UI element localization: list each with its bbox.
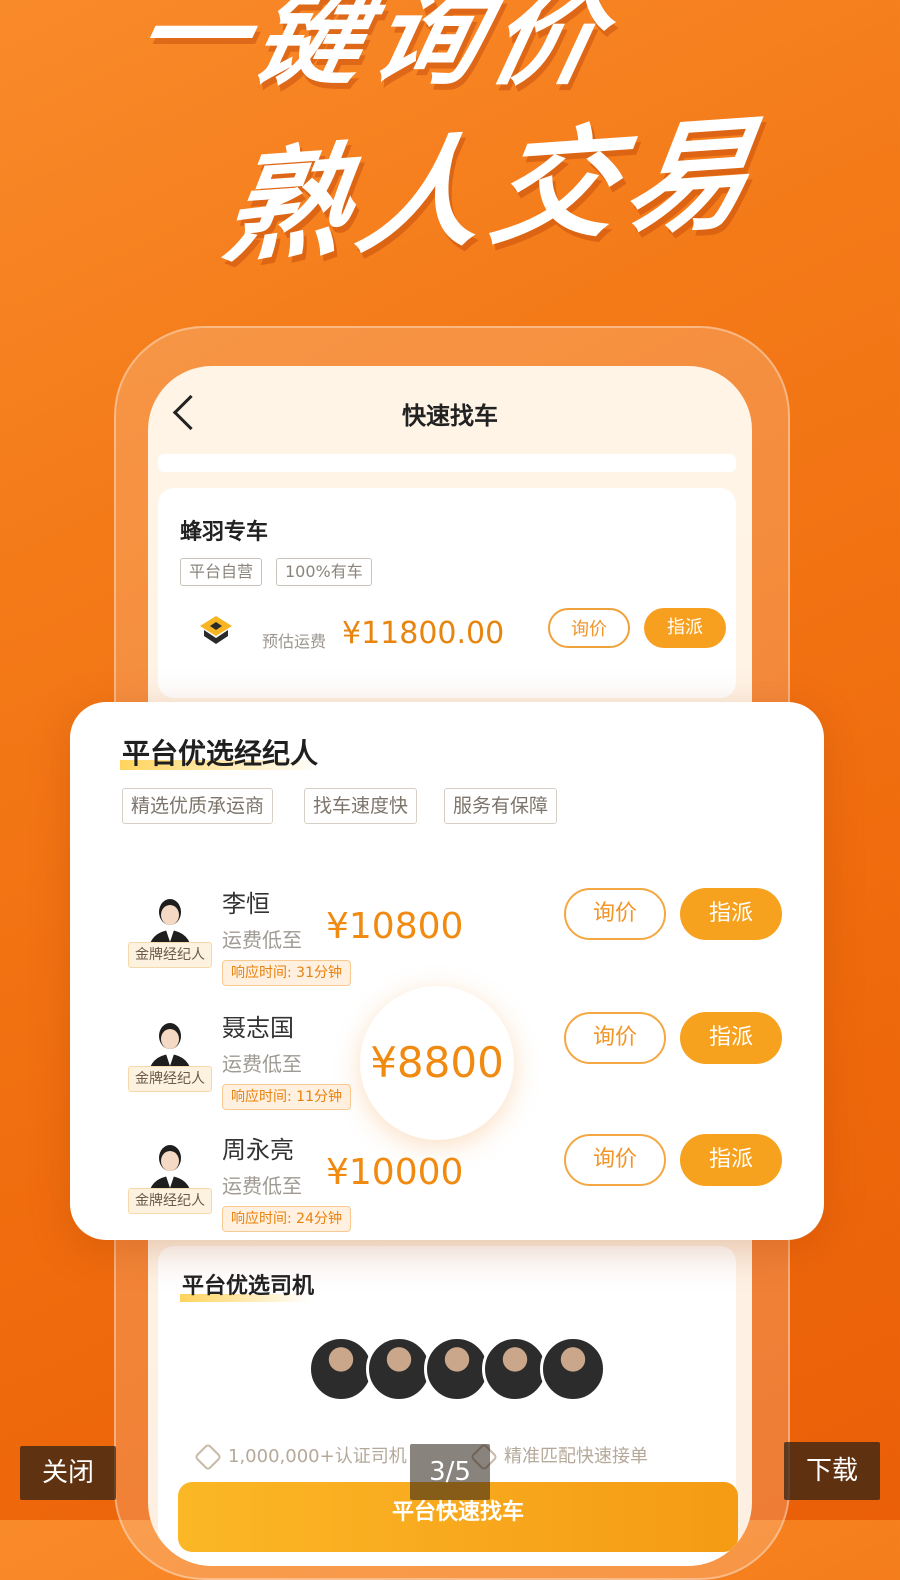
gold-agent-badge: 金牌经纪人 <box>128 942 212 968</box>
agent-tag-speed: 找车速度快 <box>304 788 418 824</box>
ask-price-button[interactable]: 询价 <box>564 1134 666 1186</box>
response-time-badge: 响应时间: 11分钟 <box>222 1084 351 1110</box>
express-assign-button[interactable]: 指派 <box>644 608 726 648</box>
stat-drivers: 1,000,000+认证司机 <box>193 1442 407 1472</box>
assign-button[interactable]: 指派 <box>680 1134 782 1186</box>
driver-avatar <box>308 1336 374 1402</box>
page-indicator: 3/5 <box>410 1444 490 1500</box>
agent-card: 平台优选经纪人 精选优质承运商 找车速度快 服务有保障 金牌经纪人 李恒 运费低… <box>70 702 824 1240</box>
agent-tag-guarantee: 服务有保障 <box>444 788 558 824</box>
agent-name: 聂志国 <box>222 1014 294 1042</box>
close-button[interactable]: 关闭 <box>20 1446 116 1500</box>
gold-agent-badge: 金牌经纪人 <box>128 1188 212 1214</box>
response-time-badge: 响应时间: 31分钟 <box>222 960 351 986</box>
agent-tag-quality: 精选优质承运商 <box>122 788 274 824</box>
driver-avatars <box>308 1336 608 1406</box>
estimate-value: ¥11800.00 <box>342 616 505 651</box>
express-car-card: 蜂羽专车 平台自营 100%有车 预估运费 ¥11800.00 询价 指派 <box>158 488 736 698</box>
lowest-price-label: 运费低至 <box>222 1052 302 1076</box>
tag-has-car: 100%有车 <box>276 558 372 586</box>
driver-avatar <box>366 1336 432 1402</box>
hero-headline: 一键询价 熟人交易 <box>0 0 900 300</box>
download-button[interactable]: 下载 <box>784 1442 880 1500</box>
highlight-price-bubble: ¥8800 <box>360 986 514 1140</box>
search-strip <box>158 454 736 472</box>
shield-icon <box>193 1442 223 1472</box>
estimate-label: 预估运费 <box>262 632 327 651</box>
drivers-card: 平台优选司机 1,000,000+认证司机 精准匹配快速接单 平台快速找车 <box>158 1246 738 1566</box>
drivers-title: 平台优选司机 <box>182 1274 315 1299</box>
agent-name: 周永亮 <box>222 1136 294 1164</box>
agent-card-title: 平台优选经纪人 <box>122 737 319 770</box>
tag-self-operated: 平台自营 <box>180 558 263 586</box>
ask-price-button[interactable]: 询价 <box>564 888 666 940</box>
response-time-badge: 响应时间: 24分钟 <box>222 1206 351 1232</box>
assign-button[interactable]: 指派 <box>680 888 782 940</box>
driver-avatar <box>482 1336 548 1402</box>
agent-name: 李恒 <box>222 890 270 918</box>
express-ask-button[interactable]: 询价 <box>548 608 630 648</box>
driver-avatar <box>540 1336 606 1402</box>
assign-button[interactable]: 指派 <box>680 1012 782 1064</box>
driver-avatar <box>424 1336 490 1402</box>
express-name: 蜂羽专车 <box>180 520 269 545</box>
lowest-price-label: 运费低至 <box>222 1174 302 1198</box>
gold-agent-badge: 金牌经纪人 <box>128 1066 212 1092</box>
lowest-price-label: 运费低至 <box>222 928 302 952</box>
ask-price-button[interactable]: 询价 <box>564 1012 666 1064</box>
agent-price: ¥10000 <box>326 1152 464 1193</box>
headline-line-2: 熟人交易 <box>215 101 770 281</box>
stat-matching: 精准匹配快速接单 <box>469 1442 648 1472</box>
page-title: 快速找车 <box>402 402 498 430</box>
nav-bar: 快速找车 <box>148 366 752 462</box>
agent-row: 金牌经纪人 周永亮 运费低至 ¥10000 响应时间: 24分钟 询价 指派 <box>70 1134 824 1254</box>
agent-price: ¥10800 <box>326 906 464 947</box>
fengyu-logo-icon <box>200 616 232 644</box>
